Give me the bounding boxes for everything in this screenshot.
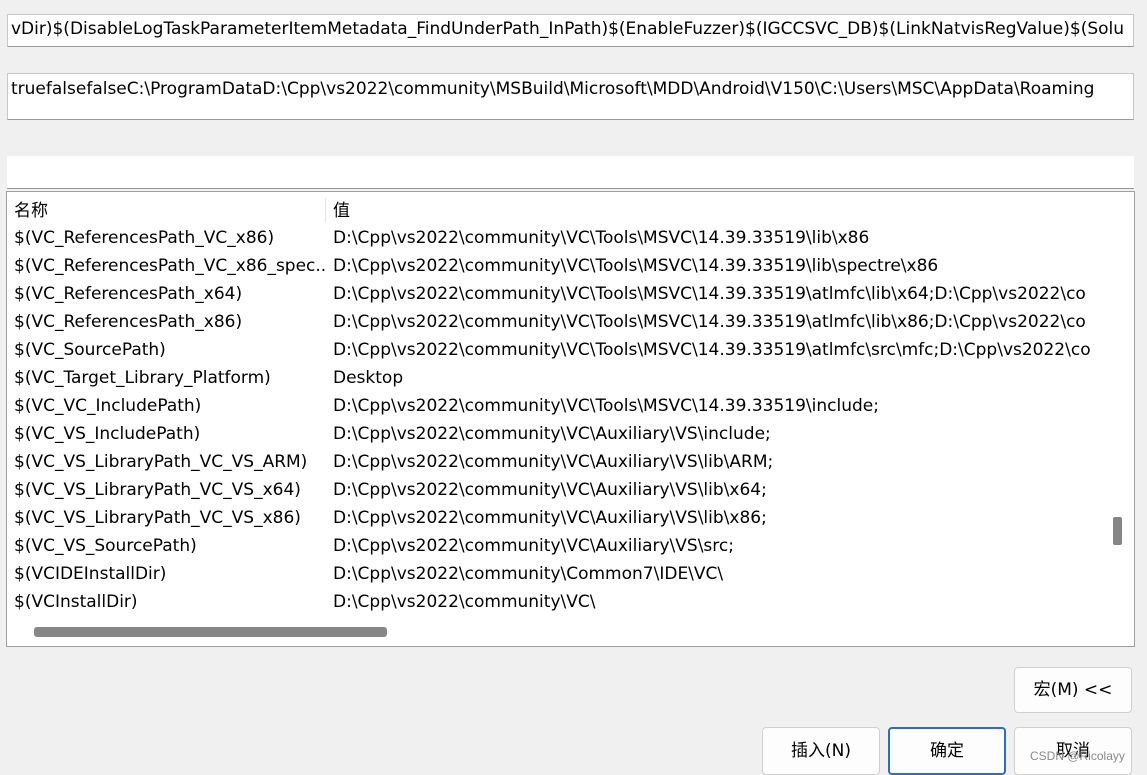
macro-name: $(VC_VC_IncludePath) bbox=[14, 396, 202, 416]
column-divider[interactable] bbox=[325, 198, 326, 222]
macro-row[interactable]: $(VC_VS_IncludePath) D:\Cpp\vs2022\commun… bbox=[7, 420, 1107, 448]
macro-name: $(VC_ReferencesPath_x86) bbox=[14, 312, 243, 332]
macro-list[interactable]: 名称 值 $(VC_ReferencesPath_VC_x86) D:\Cpp\v… bbox=[6, 191, 1135, 647]
macro-value: D:\Cpp\vs2022\community\VC\ bbox=[333, 592, 596, 612]
macro-row[interactable]: $(VC_SourcePath) D:\Cpp\vs2022\community\… bbox=[7, 336, 1107, 364]
macro-value: D:\Cpp\vs2022\community\VC\Tools\MSVC\14… bbox=[333, 396, 879, 416]
macro-row[interactable]: $(VCIDEInstallDir) D:\Cpp\vs2022\communit… bbox=[7, 560, 1107, 588]
macro-name: $(VC_VS_LibraryPath_VC_VS_x64) bbox=[14, 480, 301, 500]
macro-value: D:\Cpp\vs2022\community\VC\Auxiliary\VS\… bbox=[333, 536, 734, 556]
macros-toggle-button[interactable]: 宏(M) << bbox=[1014, 667, 1132, 713]
macro-name: $(VCInstallDir) bbox=[14, 592, 138, 612]
watermark: CSDN @Ricolayy bbox=[1030, 749, 1125, 763]
macro-value: D:\Cpp\vs2022\community\VC\Auxiliary\VS\… bbox=[333, 480, 767, 500]
macro-row[interactable]: $(VC_VS_SourcePath) D:\Cpp\vs2022\communi… bbox=[7, 532, 1107, 560]
macro-name: $(VC_VS_IncludePath) bbox=[14, 424, 201, 444]
evaluated-value-field[interactable]: truefalsefalseC:\ProgramDataD:\Cpp\vs202… bbox=[7, 73, 1134, 120]
column-header-value[interactable]: 值 bbox=[333, 196, 1108, 221]
macro-name: $(VC_ReferencesPath_VC_x86_spec... bbox=[14, 256, 326, 276]
vertical-scrollbar-thumb[interactable] bbox=[1113, 517, 1122, 545]
macro-row[interactable]: $(VC_ReferencesPath_x86) D:\Cpp\vs2022\co… bbox=[7, 308, 1107, 336]
macro-row[interactable]: $(VC_ReferencesPath_VC_x86) D:\Cpp\vs2022… bbox=[7, 224, 1107, 252]
macro-name: $(VC_VS_LibraryPath_VC_VS_ARM) bbox=[14, 452, 308, 472]
column-header-name[interactable]: 名称 bbox=[14, 196, 326, 221]
insert-button[interactable]: 插入(N) bbox=[762, 727, 880, 775]
macro-name: $(VCIDEInstallDir) bbox=[14, 564, 167, 584]
macro-row[interactable]: $(VC_VC_IncludePath) D:\Cpp\vs2022\commun… bbox=[7, 392, 1107, 420]
macro-name: $(VC_ReferencesPath_x64) bbox=[14, 284, 243, 304]
macro-row[interactable]: $(VC_Target_Library_Platform) Desktop bbox=[7, 364, 1107, 392]
macro-value: D:\Cpp\vs2022\community\VC\Auxiliary\VS\… bbox=[333, 424, 771, 444]
macro-value: D:\Cpp\vs2022\community\VC\Tools\MSVC\14… bbox=[333, 312, 1086, 332]
evaluated-value-field-top[interactable]: vDir)$(DisableLogTaskParameterItemMetada… bbox=[7, 14, 1134, 47]
horizontal-scrollbar-thumb[interactable] bbox=[34, 627, 387, 637]
macro-name: $(VC_VS_SourcePath) bbox=[14, 536, 197, 556]
macro-name: $(VC_SourcePath) bbox=[14, 340, 166, 360]
macro-value: D:\Cpp\vs2022\community\VC\Tools\MSVC\14… bbox=[333, 256, 939, 276]
macro-name: $(VC_Target_Library_Platform) bbox=[14, 368, 271, 388]
macro-value: Desktop bbox=[333, 368, 404, 388]
ok-button[interactable]: 确定 bbox=[888, 727, 1006, 775]
macro-value: D:\Cpp\vs2022\community\VC\Auxiliary\VS\… bbox=[333, 508, 767, 528]
macro-row[interactable]: $(VCInstallDir) D:\Cpp\vs2022\community\V… bbox=[7, 588, 1107, 616]
macro-value: D:\Cpp\vs2022\community\VC\Tools\MSVC\14… bbox=[333, 228, 870, 248]
macro-row[interactable]: $(VC_ReferencesPath_VC_x86_spec... D:\Cpp… bbox=[7, 252, 1107, 280]
macro-name: $(VC_ReferencesPath_VC_x86) bbox=[14, 228, 275, 248]
macro-filter-input[interactable] bbox=[7, 156, 1134, 189]
macro-row[interactable]: $(VC_ReferencesPath_x64) D:\Cpp\vs2022\co… bbox=[7, 280, 1107, 308]
macro-list-header: 名称 值 bbox=[7, 196, 1107, 224]
macro-value: D:\Cpp\vs2022\community\VC\Tools\MSVC\14… bbox=[333, 340, 1091, 360]
macro-value: D:\Cpp\vs2022\community\VC\Tools\MSVC\14… bbox=[333, 284, 1086, 304]
macro-list-rows: $(VC_ReferencesPath_VC_x86) D:\Cpp\vs2022… bbox=[7, 224, 1107, 616]
macro-row[interactable]: $(VC_VS_LibraryPath_VC_VS_x86) D:\Cpp\vs2… bbox=[7, 504, 1107, 532]
macro-value: D:\Cpp\vs2022\community\Common7\IDE\VC\ bbox=[333, 564, 724, 584]
macro-row[interactable]: $(VC_VS_LibraryPath_VC_VS_x64) D:\Cpp\vs2… bbox=[7, 476, 1107, 504]
macro-name: $(VC_VS_LibraryPath_VC_VS_x86) bbox=[14, 508, 301, 528]
macro-value: D:\Cpp\vs2022\community\VC\Auxiliary\VS\… bbox=[333, 452, 774, 472]
macro-row[interactable]: $(VC_VS_LibraryPath_VC_VS_ARM) D:\Cpp\vs2… bbox=[7, 448, 1107, 476]
